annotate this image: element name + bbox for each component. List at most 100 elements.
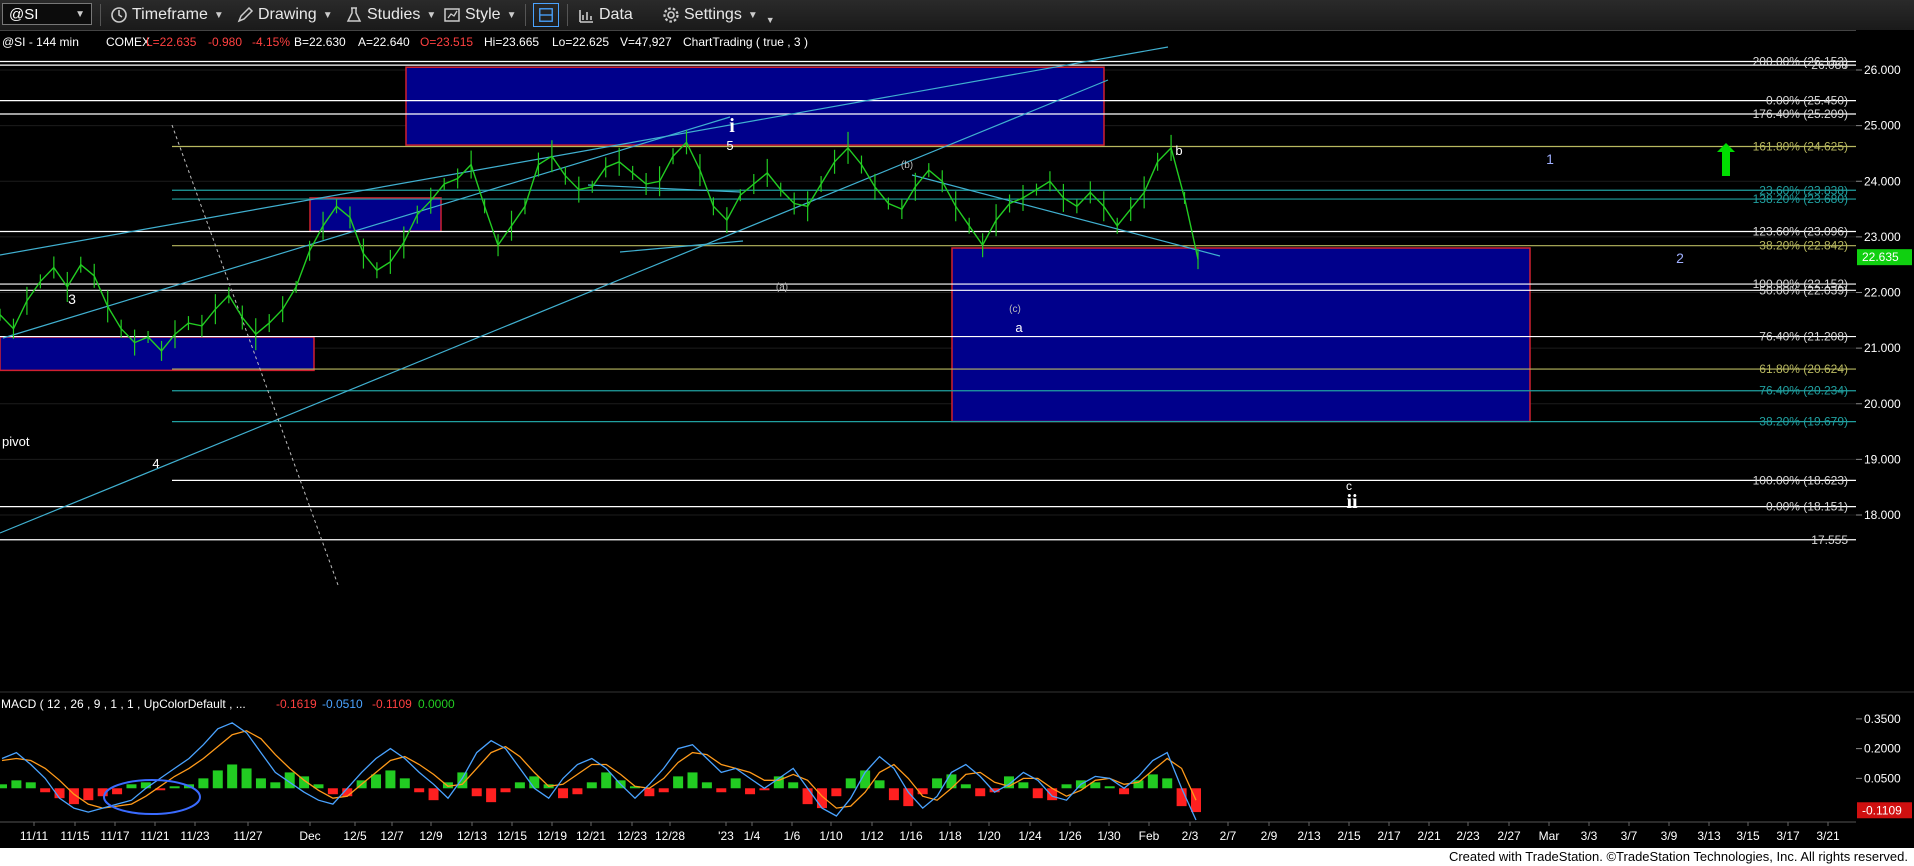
- macd-hist-bar: [1119, 788, 1130, 795]
- target-zone-box[interactable]: [405, 66, 1105, 146]
- time-axis: 11/11 11/15 11/17 11/21 11/23 11/27 Dec 12/5 12/…: [0, 821, 1856, 843]
- x-tick-label: 12/23: [617, 829, 647, 843]
- macd-y-tick-label: 0.3500: [1864, 712, 1901, 726]
- header-bid: B=22.630: [294, 35, 346, 49]
- x-tick-label: 1/24: [1018, 829, 1042, 843]
- macd-hist-bar: [11, 780, 22, 789]
- macd-hist-bar: [558, 788, 569, 799]
- macd-hist-bar: [270, 782, 281, 789]
- macd-hist-bar: [888, 788, 899, 801]
- pencil-icon: [237, 6, 254, 23]
- target-zone-box[interactable]: [0, 336, 315, 372]
- overflow-icon[interactable]: ▼: [766, 15, 775, 25]
- x-tick-label: 12/5: [343, 829, 367, 843]
- x-tick-label: 2/17: [1377, 829, 1401, 843]
- macd-hist-bar: [673, 776, 684, 789]
- macd-hist-bar: [471, 788, 482, 797]
- chevron-down-icon: ▼: [322, 9, 333, 21]
- x-tick-label: 11/27: [233, 829, 262, 843]
- fib-label: 38.20% (22.842): [1759, 239, 1848, 253]
- macd-hist-bar: [932, 778, 943, 789]
- footer-credit: Created with TradeStation. ©TradeStation…: [1448, 849, 1908, 864]
- settings-label: Settings: [684, 6, 742, 23]
- up-arrow-icon: [1717, 143, 1735, 176]
- x-tick-label: 3/3: [1581, 829, 1598, 843]
- macd-divergence-ellipse[interactable]: [103, 779, 201, 815]
- macd-hist-bar: [169, 786, 180, 789]
- x-tick-label: 1/10: [819, 829, 843, 843]
- fib-label: 161.80% (24.625): [1753, 139, 1848, 153]
- macd-hist-bar: [514, 782, 525, 789]
- header-exchange: COMEX: [106, 35, 150, 49]
- target-zone-box[interactable]: [309, 197, 442, 233]
- style-icon: [444, 8, 460, 22]
- macd-hist-bar: [831, 788, 842, 797]
- fib-label: 123.60% (23.096): [1753, 225, 1848, 239]
- wave-label: pivot: [2, 434, 30, 449]
- macd-hist-bar: [212, 770, 223, 789]
- wave-label: (b): [901, 160, 913, 171]
- fib-label: 38.20% (19.679): [1759, 415, 1848, 429]
- x-tick-label: 11/15: [60, 829, 89, 843]
- target-zone-box[interactable]: [951, 247, 1531, 423]
- toolbar-separator: [525, 4, 526, 26]
- x-tick-label: 2/23: [1456, 829, 1480, 843]
- macd-last-label: -0.1109: [1862, 803, 1902, 817]
- macd-y-tick-label: 0.2000: [1864, 742, 1901, 756]
- settings-menu[interactable]: Settings ▼ ▼: [662, 4, 775, 26]
- macd-value: -0.0510: [322, 697, 363, 711]
- flask-icon: [346, 7, 362, 22]
- lower-channel-line[interactable]: [0, 79, 1109, 534]
- macd-hist-bar: [1104, 786, 1115, 789]
- macd-hist-bar: [500, 788, 511, 793]
- wave-label: (c): [1009, 304, 1021, 315]
- x-tick-label: 11/21: [140, 829, 169, 843]
- style-label: Style: [465, 6, 501, 23]
- data-label: Data: [599, 6, 633, 23]
- toolbar: @SI ▼ Timeframe ▼ Drawing ▼ Studies ▼ St…: [0, 0, 1914, 31]
- macd-line: [1, 722, 1197, 821]
- x-tick-label: 3/21: [1816, 829, 1840, 843]
- symbol-value: @SI: [9, 5, 39, 23]
- header-low: Lo=22.625: [552, 35, 609, 49]
- macd-hist-bar: [428, 788, 439, 801]
- last-price-label: 22.635: [1862, 250, 1899, 264]
- dropdown-arrow-icon[interactable]: ▼: [75, 9, 85, 20]
- upper-wedge-line[interactable]: [587, 184, 741, 193]
- chevron-down-icon: ▼: [506, 9, 517, 21]
- timeframe-label: Timeframe: [132, 6, 208, 23]
- timeframe-menu[interactable]: Timeframe ▼: [110, 4, 224, 26]
- macd-value: -0.1109: [372, 697, 412, 711]
- fib-label: 26.088: [1811, 58, 1848, 72]
- macd-hist-bar: [745, 788, 756, 795]
- price-chart[interactable]: 200.00% (26.153)26.0880.00% (25.450)176.…: [0, 30, 1914, 848]
- data-menu[interactable]: Data: [577, 4, 633, 26]
- fib-label: 76.40% (21.208): [1759, 330, 1848, 344]
- macd-hist-bar: [371, 774, 382, 789]
- middle-channel-line[interactable]: [2, 116, 731, 339]
- wave-label: 4: [152, 456, 159, 471]
- macd-hist-bar: [486, 788, 497, 803]
- fib-label: 50.00% (22.039): [1759, 283, 1848, 297]
- header-high: Hi=23.665: [484, 35, 539, 49]
- x-tick-label: 12/7: [380, 829, 404, 843]
- layout-toggle-button[interactable]: [533, 3, 559, 27]
- x-tick-label: 12/15: [497, 829, 527, 843]
- x-tick-label: 12/21: [576, 829, 606, 843]
- x-tick-label: 1/26: [1058, 829, 1082, 843]
- fib-label: 17.555: [1811, 533, 1848, 547]
- macd-hist-bar: [112, 788, 123, 795]
- descending-trendline[interactable]: [911, 174, 1221, 257]
- symbol-input[interactable]: @SI ▼: [2, 3, 92, 25]
- style-menu[interactable]: Style ▼: [443, 4, 516, 26]
- studies-menu[interactable]: Studies ▼: [345, 4, 436, 26]
- y-tick-label: 23.000: [1864, 230, 1901, 244]
- wave-label: 1: [1546, 151, 1554, 167]
- macd-hist-bar: [40, 788, 51, 793]
- macd-hist-bar: [414, 788, 425, 793]
- wave-label: 3: [68, 291, 76, 307]
- gear-icon: [663, 7, 679, 23]
- macd-hist-bar: [946, 774, 957, 789]
- lower-wedge-line[interactable]: [619, 240, 744, 253]
- drawing-menu[interactable]: Drawing ▼: [236, 4, 333, 26]
